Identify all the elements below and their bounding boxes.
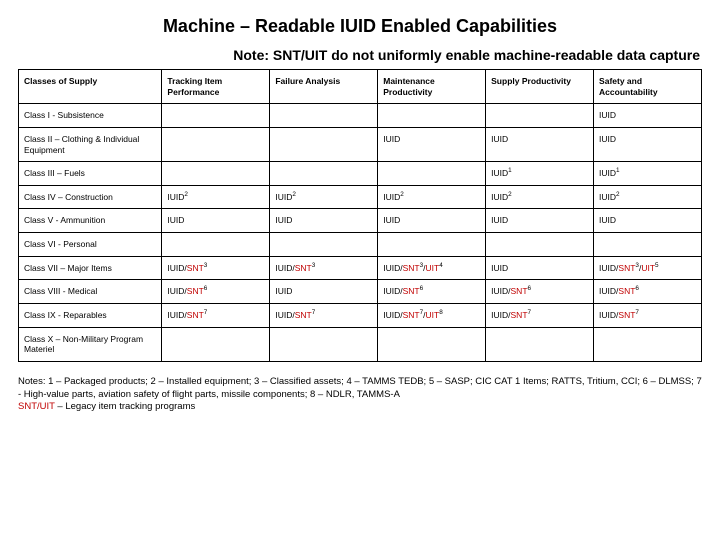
table-cell [162,233,270,257]
table-cell: IUID/SNT6 [594,280,702,304]
table-cell: IUID [486,209,594,233]
table-cell [162,162,270,186]
table-cell: IUID/SNT7 [486,303,594,327]
table-cell [162,327,270,361]
table-cell [594,327,702,361]
col-failure: Failure Analysis [270,70,378,104]
row-label: Class IX - Reparables [19,303,162,327]
table-cell [270,327,378,361]
note-line: Note: SNT/UIT do not uniformly enable ma… [18,47,702,63]
row-label: Class IV – Construction [19,185,162,209]
table-cell: IUID [594,209,702,233]
footnotes-tail: – Legacy item tracking programs [55,401,195,412]
table-row: Class VIII - MedicalIUID/SNT6IUIDIUID/SN… [19,280,702,304]
table-row: Class II – Clothing & Individual Equipme… [19,127,702,161]
col-safety: Safety and Accountability [594,70,702,104]
table-cell: IUID/SNT7 [594,303,702,327]
note-prefix: Note: [233,47,273,63]
footnotes-lead: Notes: 1 – Packaged products; 2 – Instal… [18,376,702,400]
table-cell [378,327,486,361]
table-cell [270,127,378,161]
table-cell: IUID/SNT3/UIT5 [594,256,702,280]
table-cell [378,233,486,257]
table-cell: IUID [378,209,486,233]
table-cell: IUID1 [486,162,594,186]
table-row: Class IX - ReparablesIUID/SNT7IUID/SNT7I… [19,303,702,327]
table-cell [378,104,486,128]
table-cell: IUID/SNT3/UIT4 [378,256,486,280]
col-supply: Supply Productivity [486,70,594,104]
table-cell: IUID [270,280,378,304]
row-label: Class III – Fuels [19,162,162,186]
table-cell: IUID/SNT7/UIT8 [378,303,486,327]
row-label: Class VII – Major Items [19,256,162,280]
table-row: Class VI - Personal [19,233,702,257]
page-title: Machine – Readable IUID Enabled Capabili… [18,16,702,37]
table-body: Class I - Subsistence IUID Class II – Clot… [19,104,702,362]
col-tracking: Tracking Item Performance [162,70,270,104]
table-header-row: Classes of Supply Tracking Item Performa… [19,70,702,104]
table-cell: IUID [378,127,486,161]
table-row: Class III – Fuels IUID1IUID1 [19,162,702,186]
table-row: Class I - Subsistence IUID [19,104,702,128]
table-cell: IUID [486,127,594,161]
table-cell [594,233,702,257]
table-cell: IUID [486,256,594,280]
table-row: Class X – Non-Military Program Materiel [19,327,702,361]
table-cell: IUID/SNT6 [162,280,270,304]
table-cell: IUID [162,209,270,233]
capabilities-table: Classes of Supply Tracking Item Performa… [18,69,702,362]
row-label: Class VI - Personal [19,233,162,257]
table-cell: IUID/SNT7 [162,303,270,327]
note-body: SNT/UIT do not uniformly enable machine-… [273,47,700,63]
table-cell [270,162,378,186]
table-cell: IUID/SNT6 [378,280,486,304]
row-label: Class I - Subsistence [19,104,162,128]
table-cell [486,104,594,128]
row-label: Class X – Non-Military Program Materiel [19,327,162,361]
row-label: Class II – Clothing & Individual Equipme… [19,127,162,161]
table-cell: IUID/SNT7 [270,303,378,327]
col-classes: Classes of Supply [19,70,162,104]
table-cell [486,327,594,361]
table-cell: IUID2 [270,185,378,209]
table-row: Class IV – ConstructionIUID2IUID2IUID2IU… [19,185,702,209]
table-cell: IUID2 [486,185,594,209]
table-cell [270,233,378,257]
table-cell: IUID2 [162,185,270,209]
table-cell [162,127,270,161]
col-maintenance: Maintenance Productivity [378,70,486,104]
table-cell: IUID1 [594,162,702,186]
table-cell: IUID [594,127,702,161]
table-cell [162,104,270,128]
row-label: Class V - Ammunition [19,209,162,233]
table-cell: IUID2 [594,185,702,209]
row-label: Class VIII - Medical [19,280,162,304]
table-cell: IUID/SNT6 [486,280,594,304]
footnotes: Notes: 1 – Packaged products; 2 – Instal… [18,376,702,414]
footnotes-red: SNT/UIT [18,401,55,412]
table-cell [486,233,594,257]
table-cell: IUID [270,209,378,233]
table-cell: IUID/SNT3 [270,256,378,280]
table-row: Class V - AmmunitionIUIDIUIDIUIDIUIDIUID [19,209,702,233]
table-cell: IUID [594,104,702,128]
table-cell [270,104,378,128]
table-row: Class VII – Major ItemsIUID/SNT3IUID/SNT… [19,256,702,280]
table-cell: IUID2 [378,185,486,209]
table-cell: IUID/SNT3 [162,256,270,280]
table-cell [378,162,486,186]
